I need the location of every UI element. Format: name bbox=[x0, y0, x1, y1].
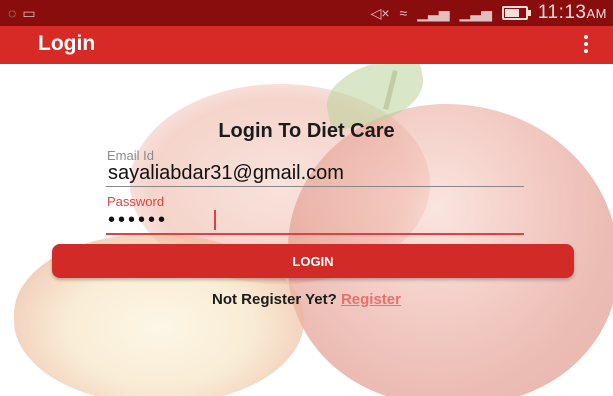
mute-icon: ◁× bbox=[370, 5, 390, 21]
status-bar: ◌ ▭ ◁× ≈ ▁▃▅ ▁▃▅ 11:13AM bbox=[0, 0, 613, 26]
text-cursor bbox=[214, 210, 216, 230]
password-field[interactable] bbox=[106, 207, 524, 235]
email-field[interactable] bbox=[106, 160, 524, 187]
clock: 11:13AM bbox=[538, 0, 607, 27]
login-button[interactable]: LOGIN bbox=[52, 244, 574, 278]
message-icon: ▭ bbox=[22, 5, 36, 21]
register-prompt: Not Register Yet? Register bbox=[0, 291, 613, 308]
register-prompt-text: Not Register Yet? bbox=[212, 291, 337, 308]
battery-level bbox=[504, 9, 519, 17]
signal-1-icon: ▁▃▅ bbox=[417, 5, 450, 21]
more-vert-icon[interactable] bbox=[579, 32, 593, 58]
wifi-icon: ≈ bbox=[399, 5, 408, 21]
notification-icon: ◌ bbox=[8, 5, 17, 21]
app-bar: Login bbox=[0, 26, 613, 64]
status-left-icons: ◌ ▭ bbox=[8, 0, 36, 26]
clock-ampm: AM bbox=[586, 5, 607, 21]
app-title: Login bbox=[38, 32, 96, 55]
status-right-icons: ◁× ≈ ▁▃▅ ▁▃▅ 11:13AM bbox=[371, 0, 607, 26]
clock-time: 11:13 bbox=[537, 1, 587, 23]
register-link[interactable]: Register bbox=[341, 291, 401, 308]
page-title: Login To Diet Care bbox=[218, 120, 395, 142]
signal-2-icon: ▁▃▅ bbox=[459, 5, 492, 21]
battery-icon bbox=[501, 6, 531, 20]
